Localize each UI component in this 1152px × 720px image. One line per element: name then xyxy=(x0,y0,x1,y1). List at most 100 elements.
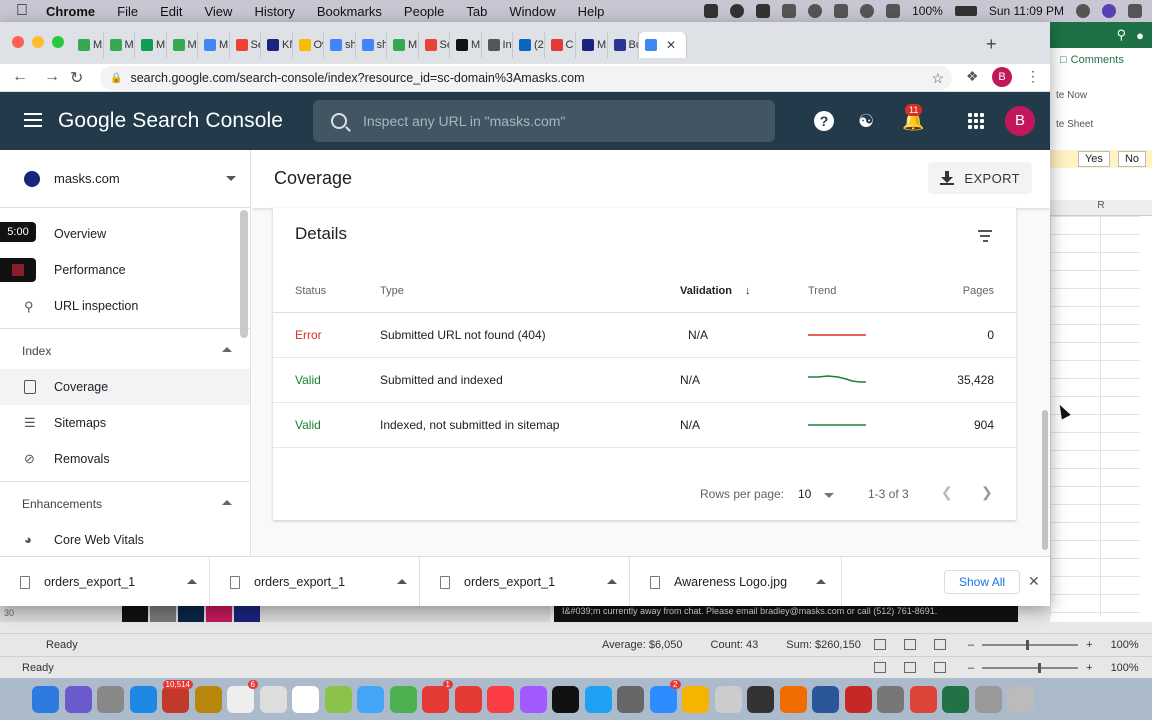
dropdown-caret-icon[interactable] xyxy=(824,493,834,498)
dock-app-icon[interactable] xyxy=(64,685,92,713)
sidebar-scrollbar[interactable] xyxy=(240,210,248,338)
column-status[interactable]: Status xyxy=(273,270,380,313)
sidebar-item-coverage[interactable]: Coverage xyxy=(0,369,250,405)
sidebar-item-core-web-vitals[interactable]: ◕ Core Web Vitals xyxy=(0,522,250,556)
dock-app-icon[interactable] xyxy=(942,685,969,713)
download-item[interactable]: Awareness Logo.jpg xyxy=(630,557,842,606)
browser-tab[interactable]: M xyxy=(450,32,482,58)
dock-app-icon[interactable] xyxy=(32,685,59,713)
volume-icon[interactable] xyxy=(886,4,901,18)
hamburger-menu-icon[interactable] xyxy=(24,113,42,131)
browser-tab[interactable]: M xyxy=(135,32,167,58)
page-break-icon[interactable] xyxy=(934,639,946,650)
status-icon-2[interactable] xyxy=(730,4,745,18)
browser-tab[interactable]: M xyxy=(387,32,419,58)
column-header[interactable]: R xyxy=(1050,200,1152,216)
column-validation[interactable]: Validation ↓ xyxy=(680,270,808,313)
column-pages[interactable]: Pages xyxy=(918,270,1016,313)
chevron-up-icon[interactable] xyxy=(816,579,826,584)
url-text[interactable]: search.google.com/search-console/index?r… xyxy=(130,71,584,85)
zoom-slider[interactable] xyxy=(982,662,1079,673)
zoom-window-button[interactable] xyxy=(52,36,64,48)
chevron-up-icon[interactable] xyxy=(187,579,197,584)
back-arrow-icon[interactable]: ← xyxy=(12,68,28,86)
clock[interactable]: Sun 11:09 PM xyxy=(989,4,1064,18)
page-layout-icon[interactable] xyxy=(904,662,916,673)
table-row[interactable]: Error Submitted URL not found (404) N/A 0 xyxy=(273,312,1016,358)
menu-tab[interactable]: Tab xyxy=(466,4,487,19)
dock-app-icon[interactable]: 1 xyxy=(422,679,453,713)
notification-center-icon[interactable] xyxy=(1128,4,1142,18)
dock-app-icon[interactable] xyxy=(812,685,839,713)
browser-tab[interactable]: KN xyxy=(261,32,293,58)
zoom-slider[interactable] xyxy=(982,639,1079,650)
help-icon[interactable]: ? xyxy=(814,111,834,131)
menu-edit[interactable]: Edit xyxy=(160,4,182,19)
browser-tab[interactable]: C xyxy=(545,32,576,58)
dock-app-icon[interactable] xyxy=(259,685,287,713)
table-row[interactable]: Valid Submitted and indexed N/A 35,428 xyxy=(273,357,1016,403)
browser-tab[interactable]: Inv xyxy=(482,32,513,58)
siri-icon[interactable] xyxy=(1102,4,1116,18)
chrome-menu-icon[interactable]: ⋮ xyxy=(1026,68,1040,85)
time-machine-icon[interactable] xyxy=(808,4,823,18)
dock-app-icon[interactable] xyxy=(357,685,384,713)
gsc-logo[interactable]: Google Search Console xyxy=(58,109,283,133)
menu-people[interactable]: People xyxy=(404,4,444,19)
download-item[interactable]: orders_export_1 xyxy=(0,557,210,606)
browser-tab[interactable]: Ov xyxy=(293,32,324,58)
menu-view[interactable]: View xyxy=(204,4,232,19)
comments-button[interactable]: □ Comments xyxy=(1060,54,1124,66)
dock-app-icon[interactable] xyxy=(97,685,124,713)
browser-tab[interactable]: Bu xyxy=(608,32,639,58)
sidebar-item-removals[interactable]: ⊘ Removals xyxy=(0,441,250,477)
dock-app-icon[interactable]: 10,514 xyxy=(162,679,193,713)
color-swatch[interactable] xyxy=(234,606,260,622)
bluetooth-icon[interactable] xyxy=(834,4,849,18)
chevron-up-icon[interactable] xyxy=(607,579,617,584)
download-item[interactable]: orders_export_1 xyxy=(210,557,420,606)
dock-app-icon[interactable] xyxy=(129,685,157,713)
browser-tab[interactable]: M xyxy=(104,32,135,58)
normal-view-icon[interactable] xyxy=(874,639,886,650)
dock-app-icon[interactable] xyxy=(454,685,482,713)
normal-view-icon[interactable] xyxy=(874,662,886,673)
color-swatch[interactable] xyxy=(206,606,232,622)
browser-tab[interactable]: Se xyxy=(230,32,261,58)
stop-recording-button[interactable] xyxy=(0,258,36,282)
dock-app-icon[interactable] xyxy=(617,685,644,713)
color-swatch[interactable] xyxy=(122,606,148,622)
google-apps-icon[interactable] xyxy=(968,113,984,129)
dock-app-icon[interactable] xyxy=(324,685,352,713)
browser-tab[interactable]: (2 xyxy=(513,32,545,58)
dock-app-icon[interactable] xyxy=(519,685,547,713)
browser-tab[interactable]: M xyxy=(198,32,230,58)
menu-window[interactable]: Window xyxy=(509,4,555,19)
main-scrollbar[interactable] xyxy=(1040,210,1050,556)
menu-help[interactable]: Help xyxy=(578,4,605,19)
extensions-puzzle-icon[interactable]: ❖ xyxy=(966,68,979,85)
dock-app-icon[interactable] xyxy=(487,685,514,713)
browser-tab[interactable]: M xyxy=(167,32,198,58)
sidebar-item-performance[interactable]: Performance xyxy=(0,252,250,288)
browser-tab[interactable]: sh xyxy=(356,32,387,58)
prev-page-chevron-icon[interactable]: ❮ xyxy=(941,484,953,501)
zoom-out-icon[interactable]: – xyxy=(968,662,974,674)
color-swatch[interactable] xyxy=(178,606,204,622)
download-item[interactable]: orders_export_1 xyxy=(420,557,630,606)
profile-icon[interactable]: ● xyxy=(1136,28,1144,43)
close-window-button[interactable] xyxy=(12,36,24,48)
status-icon-3[interactable] xyxy=(756,4,771,18)
dock-app-icon[interactable] xyxy=(747,685,774,713)
dock-app-icon[interactable] xyxy=(682,685,709,713)
battery-percent[interactable]: 100% xyxy=(912,4,943,18)
menu-history[interactable]: History xyxy=(254,4,294,19)
color-swatch[interactable] xyxy=(150,606,176,622)
battery-icon[interactable] xyxy=(954,6,977,16)
dock-app-icon[interactable] xyxy=(194,685,222,713)
page-layout-icon[interactable] xyxy=(904,639,916,650)
dock-app-icon[interactable] xyxy=(877,685,904,713)
sidebar-item-url-inspection[interactable]: ⚲ URL inspection xyxy=(0,288,250,324)
browser-tab-active[interactable]: ✕ xyxy=(639,32,687,58)
next-page-chevron-icon[interactable]: ❯ xyxy=(981,484,993,501)
